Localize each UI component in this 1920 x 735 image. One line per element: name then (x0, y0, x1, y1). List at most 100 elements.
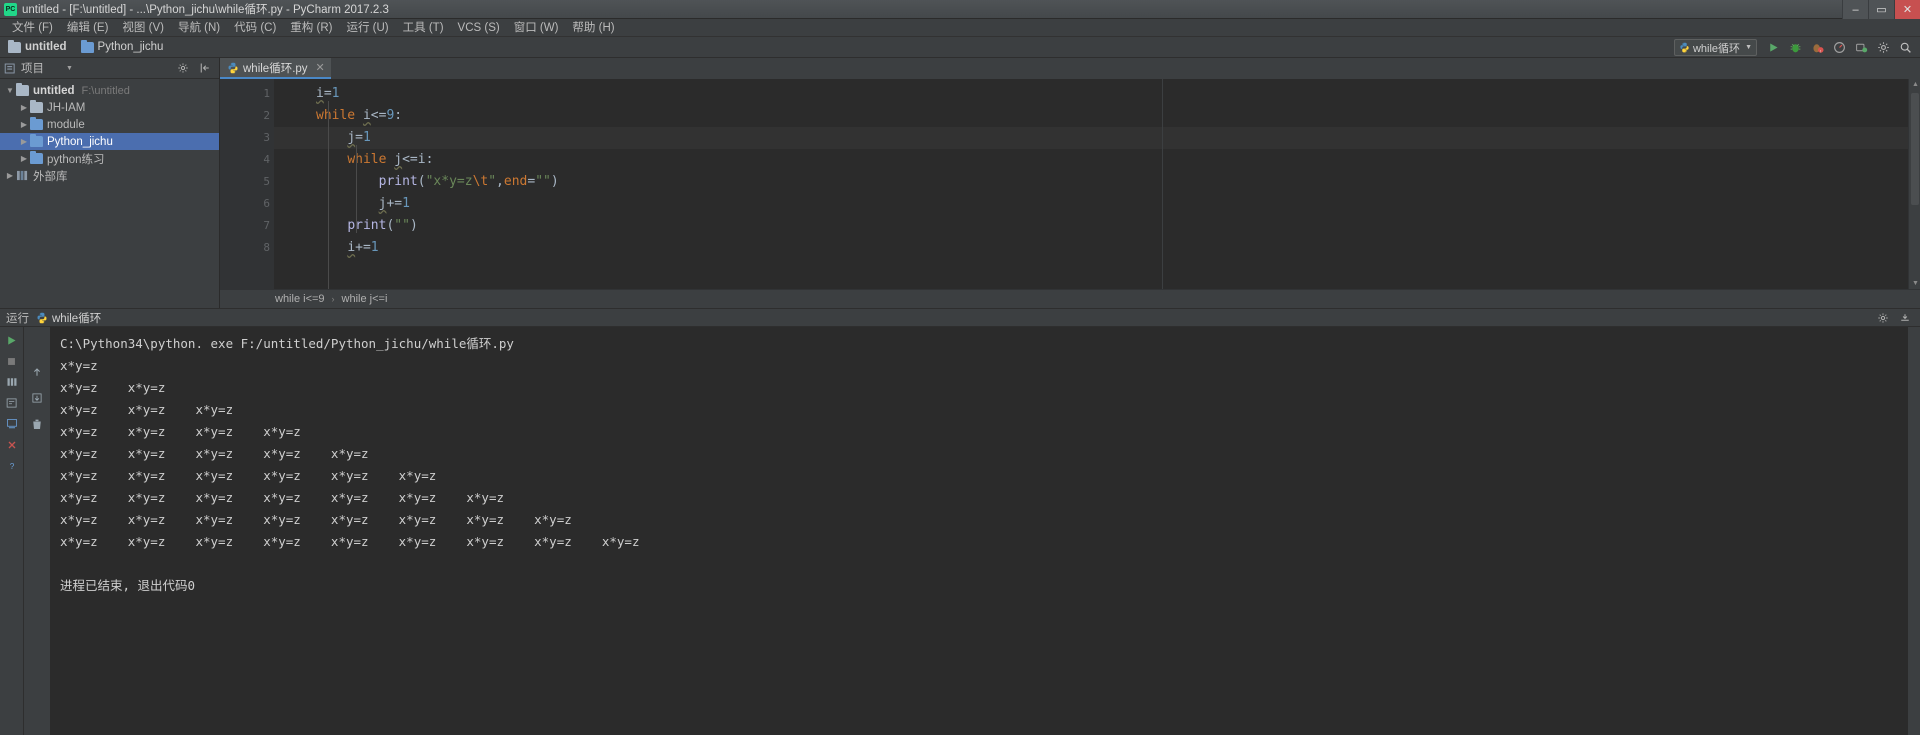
tree-item-python-jichu[interactable]: ▶ Python_jichu (0, 133, 219, 150)
tree-item-jh-iam[interactable]: ▶ JH-IAM (0, 99, 219, 116)
breadcrumb-folder[interactable]: Python_jichu (80, 39, 163, 53)
tree-item-untitled[interactable]: ▼ untitled F:\untitled (0, 82, 219, 99)
chevron-collapsed-icon[interactable]: ▶ (18, 154, 30, 163)
editor-scrollbar-thumb[interactable] (1911, 93, 1919, 205)
code-line-1: i=1 (316, 86, 340, 101)
line-number: 4 (263, 153, 270, 166)
menu-window[interactable]: 窗口 (W) (507, 20, 566, 36)
up-stack-button[interactable] (28, 363, 46, 381)
soft-wrap-button[interactable] (3, 394, 21, 412)
chevron-collapsed-icon[interactable]: ▶ (18, 103, 30, 112)
tree-item-python-lianxi[interactable]: ▶ python练习 (0, 150, 219, 167)
editor-tab-while-xunhuan[interactable]: while循环.py ✕ (220, 58, 331, 79)
source-folder-icon (30, 117, 43, 130)
library-icon (16, 170, 29, 181)
menu-refactor[interactable]: 重构 (R) (283, 20, 339, 36)
console-line: x*y=z x*y=z x*y=z x*y=z x*y=z x*y=z x*y=… (60, 534, 640, 549)
scroll-to-end-button[interactable] (3, 415, 21, 433)
code-line-6: j+=1 (378, 196, 410, 211)
svg-text:?: ? (9, 462, 14, 471)
indent-guide (328, 101, 329, 289)
menu-code[interactable]: 代码 (C) (227, 20, 283, 36)
menu-run[interactable]: 运行 (U) (339, 20, 395, 36)
code-text-area[interactable]: i=1 while i<=9: j=1 while j<=i: print("x… (274, 79, 1908, 289)
menu-help[interactable]: 帮助 (H) (565, 20, 621, 36)
code-line-5: print("x*y=z\t",end="") (378, 174, 559, 189)
run-window-tab-label[interactable]: while循环 (52, 310, 101, 326)
tree-item-module[interactable]: ▶ module (0, 116, 219, 133)
breadcrumb-project-label: untitled (25, 41, 67, 53)
chevron-collapsed-icon[interactable]: ▶ (4, 171, 16, 180)
code-line-7: print("") (347, 218, 418, 233)
menu-edit[interactable]: 编辑 (E) (60, 20, 116, 36)
stop-button[interactable] (3, 352, 21, 370)
run-button[interactable] (1763, 38, 1783, 57)
console-line: x*y=z x*y=z x*y=z x*y=z x*y=z x*y=z x*y=… (60, 490, 505, 505)
rerun-button[interactable] (3, 331, 21, 349)
tree-item-external-libraries[interactable]: ▶ 外部库 (0, 167, 219, 184)
close-tab-button[interactable] (3, 436, 21, 454)
close-button[interactable]: ✕ (1894, 0, 1920, 19)
title-bar: PC untitled - [F:\untitled] - ...\Python… (0, 0, 1920, 19)
chevron-down-icon[interactable]: ▼ (66, 65, 73, 72)
editor-gutter[interactable]: 1 2 3 4 5 6 7 8 (220, 79, 274, 289)
editor-tab-bar: while循环.py ✕ (220, 58, 1920, 79)
menu-vcs[interactable]: VCS (S) (451, 20, 507, 36)
run-tool-window: 运行 while循环 ? C:\Python34\python. exe F:/… (0, 308, 1920, 735)
menu-bar: 文件 (F) 编辑 (E) 视图 (V) 导航 (N) 代码 (C) 重构 (R… (0, 19, 1920, 37)
scroll-up-icon[interactable]: ▲ (1912, 81, 1919, 88)
attach-button[interactable] (1851, 38, 1871, 57)
chevron-collapsed-icon[interactable]: ▶ (18, 120, 30, 129)
window-title: untitled - [F:\untitled] - ...\Python_ji… (22, 4, 389, 16)
chevron-expanded-icon[interactable]: ▼ (4, 86, 16, 95)
chevron-collapsed-icon[interactable]: ▶ (18, 137, 30, 146)
run-toolbar-primary: ? (0, 327, 24, 735)
hide-window-icon[interactable] (1895, 308, 1915, 327)
run-configuration-selector[interactable]: while循环 ▼ (1673, 39, 1757, 56)
down-stack-button[interactable] (28, 389, 46, 407)
code-editor[interactable]: 1 2 3 4 5 6 7 8 i=1 while i<=9: j=1 whil… (220, 79, 1920, 289)
breadcrumb-separator-icon: › (331, 294, 335, 304)
run-window-body: ? C:\Python34\python. exe F:/untitled/Py… (0, 327, 1920, 735)
tree-item-label: untitled (33, 84, 75, 97)
breadcrumb-while-inner[interactable]: while j<=i (342, 293, 388, 305)
debug-button[interactable] (1785, 38, 1805, 57)
console-line: x*y=z (60, 358, 98, 373)
console-line-exit: 进程已结束, 退出代码0 (60, 578, 196, 593)
breadcrumb-while-outer[interactable]: while i<=9 (275, 293, 325, 305)
project-panel-actions (172, 59, 216, 78)
settings-button[interactable] (1873, 38, 1893, 57)
coverage-button[interactable]: ! (1807, 38, 1827, 57)
minimize-button[interactable]: – (1842, 0, 1868, 19)
help-button[interactable]: ? (3, 457, 21, 475)
console-line: x*y=z x*y=z (60, 380, 166, 395)
line-number: 3 (263, 131, 270, 144)
gear-icon[interactable] (1873, 308, 1893, 327)
scroll-down-icon[interactable]: ▼ (1912, 280, 1919, 287)
profile-button[interactable] (1829, 38, 1849, 57)
project-tool-window: 项目 ▼ ▼ untitled F:\untitled ▶ JH-IAM ▶ m… (0, 58, 220, 308)
menu-navigate[interactable]: 导航 (N) (171, 20, 227, 36)
console-line: x*y=z x*y=z x*y=z x*y=z (60, 424, 301, 439)
maximize-button[interactable]: ▭ (1868, 0, 1894, 19)
search-icon[interactable] (1895, 38, 1915, 57)
trash-button[interactable] (28, 415, 46, 433)
source-folder-icon (30, 134, 43, 147)
source-folder-icon (80, 39, 94, 53)
run-config-label: while循环 (1692, 42, 1741, 55)
project-panel-title: 项目 (21, 63, 44, 75)
gear-icon[interactable] (173, 59, 193, 78)
menu-file[interactable]: 文件 (F) (5, 20, 60, 36)
menu-view[interactable]: 视图 (V) (115, 20, 171, 36)
console-output[interactable]: C:\Python34\python. exe F:/untitled/Pyth… (50, 327, 1908, 735)
editor-scrollbar[interactable]: ▲ ▼ (1908, 79, 1920, 289)
close-icon[interactable]: ✕ (316, 61, 325, 74)
pycharm-window: PC untitled - [F:\untitled] - ...\Python… (0, 0, 1920, 735)
collapse-all-icon[interactable] (195, 59, 215, 78)
console-scrollbar[interactable] (1908, 327, 1920, 735)
breadcrumb-project[interactable]: untitled (8, 39, 67, 53)
print-button[interactable] (3, 373, 21, 391)
console-line: x*y=z x*y=z x*y=z x*y=z x*y=z x*y=z (60, 468, 437, 483)
menu-tools[interactable]: 工具 (T) (396, 20, 451, 36)
